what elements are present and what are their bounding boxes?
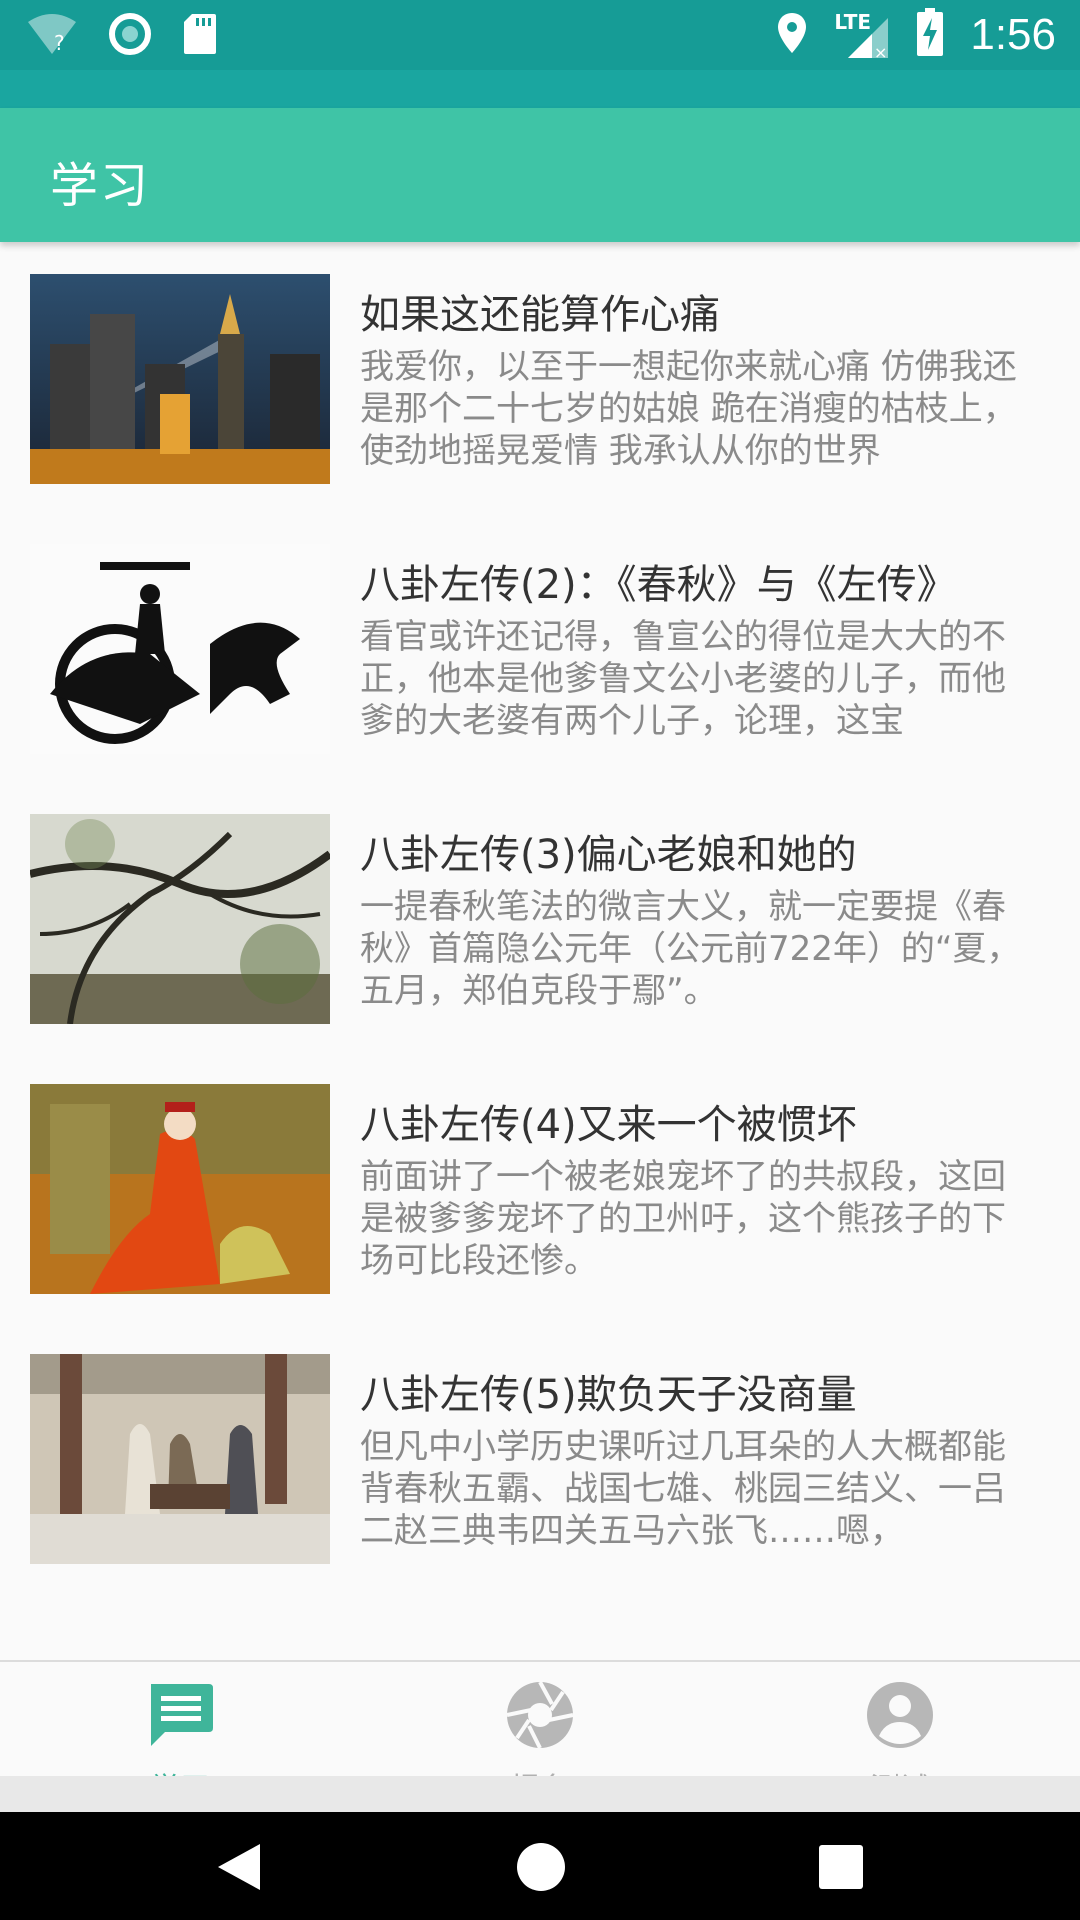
aperture-icon bbox=[505, 1680, 575, 1750]
article-thumbnail-chariot bbox=[30, 544, 330, 754]
article-summary: 看官或许还记得，鲁宣公的得位是大大的不正，他本是他爹鲁文公小老婆的儿子，而他爹的… bbox=[360, 617, 1006, 741]
article-summary: 前面讲了一个被老娘宠坏了的共叔段，这回是被爹爹宠坏了的卫州吁，这个熊孩子的下场可… bbox=[360, 1157, 1006, 1281]
svg-text:?: ? bbox=[54, 31, 65, 55]
article-summary: 一提春秋笔法的微言大义，就一定要提《春秋》首篇隐公元年（公元前722年）的“夏，… bbox=[360, 887, 1021, 1011]
bottom-navigation: 学习 报名 测试 bbox=[0, 1660, 1080, 1807]
article-title: 如果这还能算作心痛 bbox=[360, 292, 720, 338]
system-navigation-bar bbox=[0, 1812, 1080, 1920]
home-icon[interactable] bbox=[516, 1842, 566, 1896]
article-thumbnail-lady-in-red bbox=[30, 1084, 330, 1294]
app-bar: 学习 bbox=[0, 108, 1080, 242]
back-icon[interactable] bbox=[216, 1842, 262, 1896]
list-item[interactable]: 八卦左传(4)又来一个被惯坏 前面讲了一个被老娘宠坏了的共叔段，这回是被爹爹宠坏… bbox=[0, 1052, 1080, 1322]
article-thumbnail-city-night bbox=[30, 274, 330, 484]
page-title: 学习 bbox=[50, 158, 151, 214]
article-title: 八卦左传(2)：《春秋》与《左传》 bbox=[360, 562, 957, 608]
battery-charging-icon bbox=[916, 8, 944, 62]
location-icon bbox=[776, 11, 808, 59]
recents-icon[interactable] bbox=[818, 1844, 864, 1894]
article-list[interactable]: 如果这还能算作心痛 我爱你，以至于一想起你来就心痛 仿佛我还是那个二十七岁的姑娘… bbox=[0, 242, 1080, 1660]
signal-icon: LTE × bbox=[834, 10, 889, 60]
list-item[interactable]: 八卦左传(3)偏心老娘和她的 一提春秋笔法的微言大义，就一定要提《春秋》首篇隐公… bbox=[0, 782, 1080, 1052]
list-item[interactable]: 如果这还能算作心痛 我爱你，以至于一想起你来就心痛 仿佛我还是那个二十七岁的姑娘… bbox=[0, 242, 1080, 512]
status-bar: ? LTE × 1:56 bbox=[0, 0, 1080, 108]
tab-study[interactable]: 学习 bbox=[0, 1662, 360, 1807]
tab-register[interactable]: 报名 bbox=[360, 1662, 720, 1807]
message-icon bbox=[145, 1680, 215, 1750]
account-icon bbox=[865, 1680, 935, 1750]
wifi-unknown-icon: ? bbox=[26, 12, 78, 60]
tab-test[interactable]: 测试 bbox=[720, 1662, 1080, 1807]
list-item[interactable]: 八卦左传(2)：《春秋》与《左传》 看官或许还记得，鲁宣公的得位是大大的不正，他… bbox=[0, 512, 1080, 782]
article-summary: 但凡中小学历史课听过几耳朵的人大概都能背春秋五霸、战国七雄、桃园三结义、一吕二赵… bbox=[360, 1427, 1006, 1551]
article-title: 八卦左传(3)偏心老娘和她的 bbox=[360, 832, 857, 878]
sync-icon bbox=[108, 12, 152, 60]
list-item[interactable]: 八卦左传(5)欺负天子没商量 但凡中小学历史课听过几耳朵的人大概都能背春秋五霸、… bbox=[0, 1322, 1080, 1592]
sd-card-icon bbox=[182, 12, 218, 60]
svg-text:×: × bbox=[874, 43, 887, 60]
article-title: 八卦左传(4)又来一个被惯坏 bbox=[360, 1102, 857, 1148]
clock: 1:56 bbox=[970, 10, 1056, 59]
article-thumbnail-court-painting bbox=[30, 1354, 330, 1564]
bottom-navigation-strip bbox=[0, 1776, 1080, 1812]
article-title: 八卦左传(5)欺负天子没商量 bbox=[360, 1372, 857, 1418]
article-thumbnail-tree bbox=[30, 814, 330, 1024]
article-summary: 我爱你，以至于一想起你来就心痛 仿佛我还是那个二十七岁的姑娘 跪在消瘦的枯枝上，… bbox=[360, 347, 1017, 471]
